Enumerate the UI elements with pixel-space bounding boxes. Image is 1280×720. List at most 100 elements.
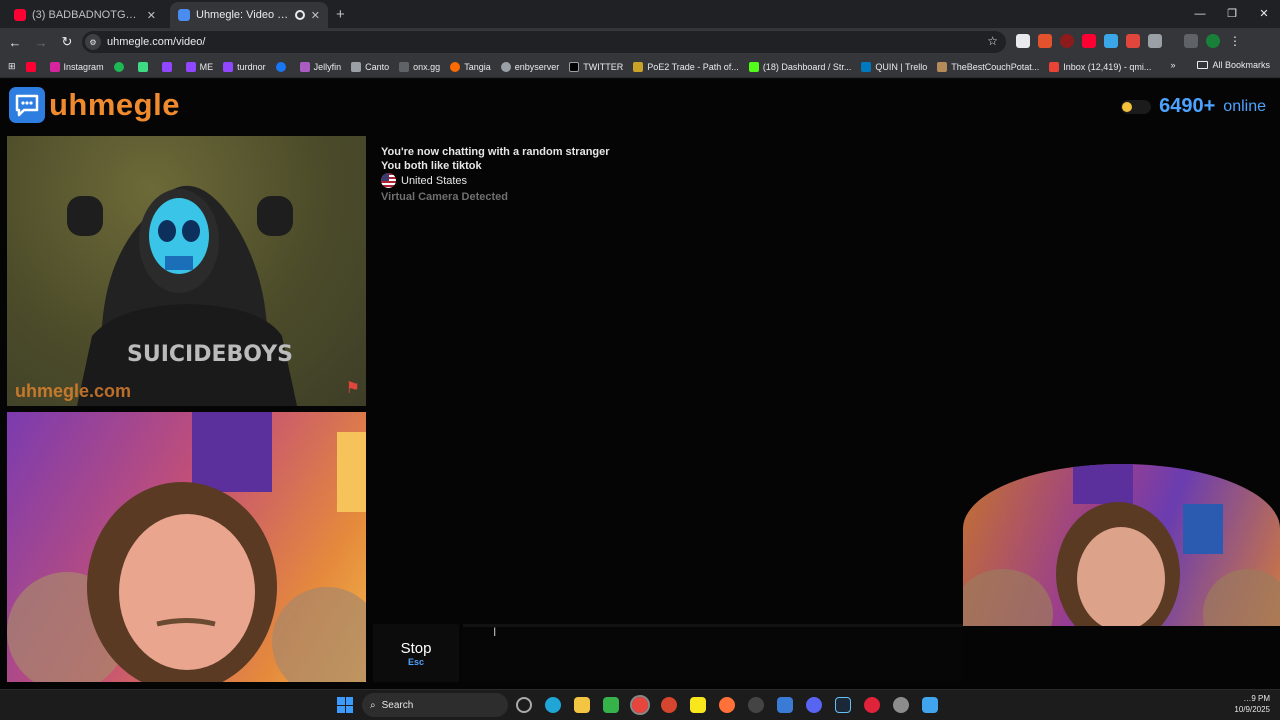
bookmark-label: QUIN | Trello: [875, 61, 928, 72]
chat-bubble-icon: [9, 87, 45, 123]
folder-icon: [1197, 61, 1209, 69]
bookmark-label: Jellyfin: [313, 61, 342, 72]
menu-icon[interactable]: ⋮: [1228, 34, 1242, 48]
potato-icon: [937, 61, 948, 72]
bookmark-10[interactable]: onx.gg: [399, 61, 441, 72]
search-placeholder: Search: [381, 699, 414, 711]
youtube-icon: [25, 61, 36, 72]
bookmark-2[interactable]: [113, 61, 128, 72]
webcam-overlay: [963, 464, 1280, 626]
bookmark-11[interactable]: Tangia: [450, 61, 491, 72]
bookmark-label: turdnor: [237, 61, 266, 72]
onx-icon: [399, 61, 410, 72]
side-panel-icon[interactable]: [1184, 34, 1198, 48]
bookmark-5[interactable]: ME: [185, 61, 213, 72]
webcam-overlay-frame: [963, 464, 1280, 626]
self-video: [7, 412, 366, 682]
forward-button[interactable]: →: [30, 35, 52, 50]
report-flag-icon[interactable]: ⚑: [346, 378, 360, 398]
taskbar-search[interactable]: ⌕ Search: [362, 693, 508, 717]
settings-gear-icon[interactable]: [893, 697, 909, 713]
site-logo[interactable]: uhmegle: [9, 87, 180, 123]
taskbar-apps: [516, 695, 938, 715]
close-tab-icon[interactable]: ✕: [147, 9, 156, 22]
steam-icon[interactable]: [835, 697, 851, 713]
minimize-button[interactable]: —: [1184, 0, 1216, 28]
bookmark-0[interactable]: [25, 61, 40, 72]
clock-time: …9 PM: [1243, 694, 1270, 703]
file-explorer-icon[interactable]: [574, 697, 590, 713]
bookmark-12[interactable]: enbyserver: [500, 61, 560, 72]
bookmark-18[interactable]: Inbox (12,419) - qmi...: [1049, 61, 1152, 72]
notepad-icon[interactable]: [922, 697, 938, 713]
profile-avatar[interactable]: [1206, 34, 1220, 48]
sticky-notes-icon[interactable]: [690, 697, 706, 713]
edge-icon[interactable]: [545, 697, 561, 713]
bookmark-7[interactable]: [275, 61, 290, 72]
translate-extension-icon[interactable]: [1104, 34, 1118, 48]
browser-tabstrip: (3) BADBADNOTGOOD - Playg ✕ Uhmegle: Vid…: [0, 0, 1280, 28]
firefox-icon[interactable]: [719, 697, 735, 713]
bookmark-17[interactable]: TheBestCouchPotat...: [937, 61, 1040, 72]
x-icon: [569, 61, 580, 72]
site-info-icon[interactable]: ⚙: [85, 34, 101, 50]
tab-uhmegle[interactable]: Uhmegle: Video Chat | Om ✕: [170, 2, 328, 28]
discord-icon[interactable]: [806, 697, 822, 713]
reload-button[interactable]: ↻: [56, 34, 78, 50]
chrome-icon[interactable]: [630, 695, 650, 715]
server-icon: [500, 61, 511, 72]
more-bookmarks-icon[interactable]: »: [1170, 60, 1175, 70]
bookmark-3[interactable]: [137, 61, 152, 72]
back-button[interactable]: ←: [4, 35, 26, 50]
maximize-button[interactable]: ❐: [1216, 0, 1248, 28]
tab-title: (3) BADBADNOTGOOD - Playg: [32, 9, 141, 21]
system-clock[interactable]: …9 PM 10/9/2025: [1234, 693, 1270, 715]
all-bookmarks[interactable]: » All Bookmarks: [1170, 60, 1270, 70]
window-controls: — ❐ ✕: [1184, 0, 1280, 28]
bookmark-label: onx.gg: [413, 61, 441, 72]
task-view-icon[interactable]: [516, 697, 532, 713]
bookmark-4[interactable]: [161, 61, 176, 72]
windows-start-icon[interactable]: [337, 697, 353, 713]
canto-icon: [351, 61, 362, 72]
bookmark-16[interactable]: QUIN | Trello: [861, 61, 928, 72]
record-extension-icon[interactable]: [1060, 34, 1074, 48]
bookmark-1[interactable]: Instagram: [49, 61, 104, 72]
chat-input[interactable]: I: [463, 624, 963, 682]
address-bar[interactable]: ⚙ uhmegle.com/video/ ☆: [82, 31, 1006, 53]
apps-grid-icon[interactable]: ⊞: [8, 61, 16, 72]
red-extension-icon[interactable]: [1126, 34, 1140, 48]
bookmark-icon: [137, 61, 148, 72]
theme-toggle[interactable]: [1121, 99, 1152, 114]
bookmark-15[interactable]: (18) Dashboard / Str...: [748, 61, 851, 72]
new-tab-button[interactable]: +: [336, 6, 345, 23]
bookmark-13[interactable]: TWITTER: [569, 61, 623, 72]
virtual-camera-notice: Virtual Camera Detected: [381, 191, 508, 203]
tab-youtube[interactable]: (3) BADBADNOTGOOD - Playg ✕: [6, 2, 164, 28]
twitch-icon: [223, 61, 234, 72]
play-icon[interactable]: [603, 697, 619, 713]
app-blue-icon[interactable]: [777, 697, 793, 713]
extensions-puzzle-icon[interactable]: [1148, 34, 1162, 48]
bookmark-label: enbyserver: [514, 61, 560, 72]
us-flag-icon: [381, 173, 396, 188]
app-dark-icon[interactable]: [748, 697, 764, 713]
close-window-button[interactable]: ✕: [1248, 0, 1280, 28]
bookmark-6[interactable]: turdnor: [223, 61, 266, 72]
fox-extension-icon[interactable]: [1038, 34, 1052, 48]
stop-button[interactable]: Stop Esc: [373, 624, 459, 682]
app-red-icon[interactable]: [661, 697, 677, 713]
bookmark-14[interactable]: PoE2 Trade - Path of...: [633, 61, 739, 72]
bookmark-label: TheBestCouchPotat...: [951, 61, 1040, 72]
record-app-icon[interactable]: [864, 697, 880, 713]
bookmark-9[interactable]: Canto: [351, 61, 389, 72]
bookmark-8[interactable]: Jellyfin: [299, 61, 342, 72]
online-label: online: [1223, 97, 1266, 115]
youtube-extension-icon[interactable]: [1082, 34, 1096, 48]
bookmark-star-icon[interactable]: ☆: [987, 34, 998, 48]
bookmark-label: Inbox (12,419) - qmi...: [1063, 61, 1152, 72]
clock-date: 10/9/2025: [1234, 705, 1270, 714]
close-tab-icon[interactable]: ✕: [311, 9, 320, 22]
url-text: uhmegle.com/video/: [107, 36, 206, 48]
k-extension-icon[interactable]: [1016, 34, 1030, 48]
